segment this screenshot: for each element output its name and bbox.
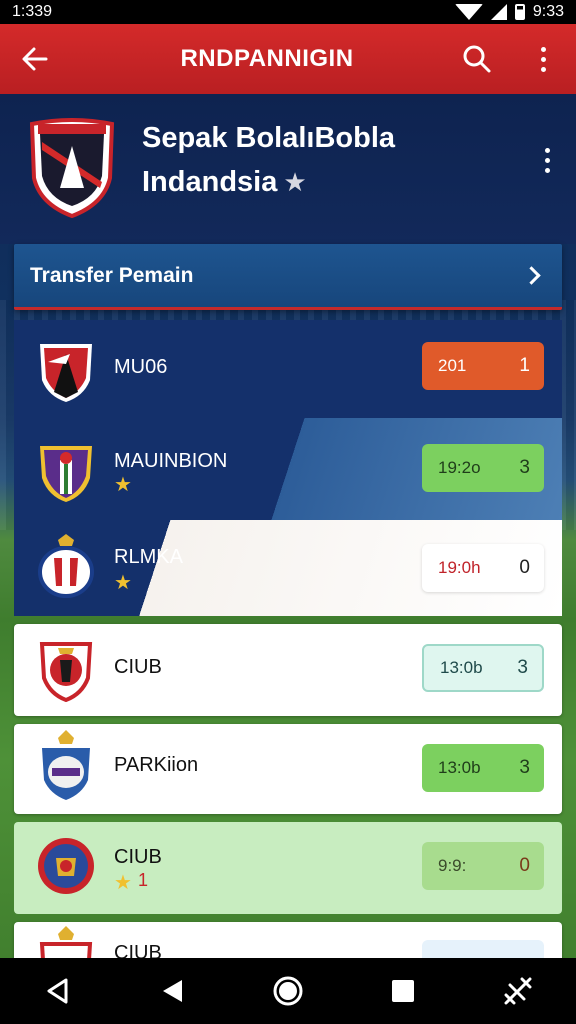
club-name: CIUB bbox=[114, 846, 162, 868]
score-badge: 19:0h 0 bbox=[422, 544, 544, 592]
club-crest-icon bbox=[29, 118, 115, 218]
club-name-line2-wrap: Indandsia ★ bbox=[142, 160, 395, 204]
status-bar: 1:339 9:33 bbox=[0, 0, 576, 24]
nav-recents-button[interactable] bbox=[373, 961, 433, 1021]
rotate-icon bbox=[504, 977, 532, 1005]
club-name: Sepak BolalıBobla Indandsia ★ bbox=[142, 116, 395, 204]
header-more-button[interactable] bbox=[532, 140, 562, 180]
search-button[interactable] bbox=[444, 24, 510, 94]
transfer-banner[interactable]: Transfer Pemain bbox=[14, 244, 562, 310]
club-crest-icon bbox=[39, 642, 93, 702]
more-vertical-icon bbox=[544, 147, 550, 173]
nav-home-button[interactable] bbox=[258, 961, 318, 1021]
score-time: 13:0b bbox=[438, 758, 481, 777]
club-row[interactable]: CIUB bbox=[14, 922, 562, 962]
score-time: 19:2o bbox=[438, 458, 481, 477]
club-row[interactable]: CIUB ★ 1 9:9: 0 bbox=[14, 822, 562, 914]
arrow-left-icon bbox=[22, 47, 48, 71]
score-time: 9:9: bbox=[438, 856, 467, 875]
club-crest-icon bbox=[39, 926, 93, 962]
star-icon: ★ bbox=[114, 872, 132, 894]
nav-previous-button[interactable] bbox=[143, 961, 203, 1021]
score-value: 3 bbox=[519, 757, 530, 778]
chevron-right-icon bbox=[522, 266, 541, 285]
club-crest-icon bbox=[40, 344, 92, 402]
back-triangle-icon bbox=[47, 978, 68, 1004]
score-time: 13:0b bbox=[440, 658, 483, 677]
score-badge: 201 1 bbox=[422, 342, 544, 390]
wifi-icon bbox=[454, 4, 483, 20]
search-icon bbox=[463, 45, 491, 73]
battery-icon bbox=[514, 4, 525, 20]
star-suffix: 1 bbox=[138, 870, 149, 890]
score-time: 19:0h bbox=[438, 558, 481, 577]
score-value: 0 bbox=[519, 557, 530, 578]
score-badge: 19:2o 3 bbox=[422, 444, 544, 492]
status-time-left: 1:339 bbox=[12, 3, 53, 20]
score-badge: 13:0b 3 bbox=[422, 744, 544, 792]
club-crest-icon bbox=[42, 730, 90, 800]
system-nav-bar bbox=[0, 958, 576, 1024]
home-circle-icon bbox=[273, 976, 303, 1006]
more-vertical-icon bbox=[540, 46, 546, 72]
club-name: RLMKA bbox=[114, 546, 183, 568]
club-row[interactable]: MU06 201 1 bbox=[14, 320, 562, 418]
club-row[interactable]: PARKiion 13:0b 3 bbox=[14, 724, 562, 814]
recents-square-icon bbox=[392, 980, 415, 1002]
score-badge: 9:9: 0 bbox=[422, 842, 544, 890]
app-title: RNDPANNIGIN bbox=[180, 45, 354, 72]
app-bar: RNDPANNIGIN bbox=[0, 24, 576, 94]
club-row[interactable]: RLMKA ★ 19:0h 0 bbox=[14, 520, 562, 616]
nav-rotate-button[interactable] bbox=[488, 961, 548, 1021]
screen: 1:339 9:33 RNDPANNIGIN Sepak BolalıBobla… bbox=[0, 0, 576, 1024]
score-value: 0 bbox=[519, 855, 530, 876]
club-name: MU06 bbox=[114, 356, 168, 378]
star-icon: ★ bbox=[114, 572, 132, 594]
club-crest-icon bbox=[38, 838, 94, 894]
status-icons: 9:33 bbox=[454, 3, 564, 21]
play-left-icon bbox=[162, 980, 182, 1002]
club-name: CIUB bbox=[114, 656, 162, 678]
score-value: 1 bbox=[519, 355, 530, 376]
club-header: Sepak BolalıBobla Indandsia ★ bbox=[0, 94, 576, 244]
club-name: PARKiion bbox=[114, 754, 199, 776]
score-value: 3 bbox=[519, 457, 530, 478]
club-name-line1: Sepak BolalıBobla bbox=[142, 122, 396, 154]
star-icon: ★ bbox=[114, 474, 132, 496]
nav-back-button[interactable] bbox=[28, 961, 88, 1021]
status-time-right: 9:33 bbox=[532, 3, 564, 20]
score-time: 201 bbox=[438, 356, 467, 375]
favorite-star-icon[interactable]: ★ bbox=[283, 167, 306, 197]
club-name-line2: Indandsia bbox=[142, 166, 278, 198]
club-crest-icon bbox=[38, 534, 94, 598]
score-value: 3 bbox=[517, 657, 528, 678]
club-name: MAUINBION bbox=[114, 450, 228, 472]
score-badge: 13:0b 3 bbox=[422, 644, 544, 692]
back-button[interactable] bbox=[0, 24, 70, 94]
club-row[interactable]: MAUINBION ★ 19:2o 3 bbox=[14, 418, 562, 520]
signal-icon bbox=[490, 4, 507, 20]
transfer-label: Transfer Pemain bbox=[30, 263, 194, 287]
overflow-menu-button[interactable] bbox=[510, 24, 576, 94]
club-row[interactable]: CIUB 13:0b 3 bbox=[14, 624, 562, 716]
club-crest-icon bbox=[40, 446, 92, 502]
